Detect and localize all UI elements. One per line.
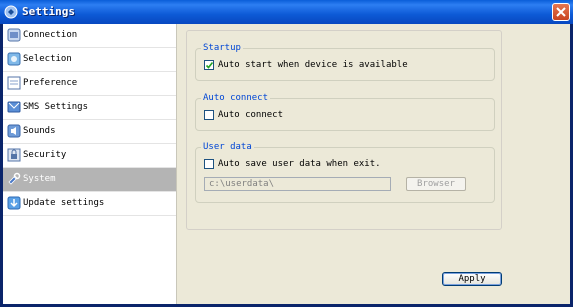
startup-group: Startup Auto start when device is availa… (195, 43, 495, 81)
settings-window: Settings Connection Selection Preference… (0, 0, 573, 307)
close-button[interactable] (552, 3, 570, 21)
close-icon (556, 7, 566, 17)
sidebar-item-preference[interactable]: Preference (3, 72, 176, 96)
user-data-group: User data Auto save user data when exit.… (195, 142, 495, 203)
apply-button[interactable]: Apply (442, 272, 502, 286)
sidebar-item-system[interactable]: System (3, 168, 176, 192)
system-icon (7, 172, 21, 186)
sms-icon (7, 100, 21, 114)
settings-main: Startup Auto start when device is availa… (184, 24, 570, 304)
auto-connect-legend: Auto connect (201, 93, 271, 103)
auto-connect-checkbox[interactable] (204, 110, 214, 120)
security-icon (7, 148, 21, 162)
userdata-path-input[interactable]: c:\userdata\ (204, 177, 391, 191)
sidebar-item-label: System (23, 174, 56, 184)
auto-start-checkbox[interactable] (204, 60, 214, 70)
sidebar-item-label: Security (23, 150, 67, 160)
sidebar-item-label: Connection (23, 30, 78, 40)
preference-icon (7, 76, 21, 90)
connection-icon (7, 28, 21, 42)
sidebar-item-label: Sounds (23, 126, 56, 136)
sidebar-item-security[interactable]: Security (3, 144, 176, 168)
app-icon (4, 5, 18, 19)
auto-start-label: Auto start when device is available (218, 60, 408, 70)
sidebar-item-label: SMS Settings (23, 102, 89, 112)
sidebar-item-sms-settings[interactable]: SMS Settings (3, 96, 176, 120)
auto-connect-group: Auto connect Auto connect (195, 93, 495, 131)
browse-button[interactable]: Browser (406, 177, 466, 191)
window-title: Settings (22, 5, 75, 18)
auto-save-label: Auto save user data when exit. (218, 159, 381, 169)
auto-connect-label: Auto connect (218, 110, 284, 120)
sidebar-item-connection[interactable]: Connection (3, 24, 176, 48)
sidebar-item-label: Preference (23, 78, 78, 88)
client-area: Connection Selection Preference SMS Sett… (3, 24, 570, 304)
sounds-icon (7, 124, 21, 138)
auto-save-checkbox[interactable] (204, 159, 214, 169)
sidebar-item-label: Update settings (23, 198, 105, 208)
update-icon (7, 196, 21, 210)
system-panel: Startup Auto start when device is availa… (186, 30, 502, 230)
sidebar-item-sounds[interactable]: Sounds (3, 120, 176, 144)
sidebar: Connection Selection Preference SMS Sett… (3, 24, 177, 304)
sidebar-item-label: Selection (23, 54, 72, 64)
title-bar[interactable]: Settings (0, 0, 573, 24)
checkmark-icon (205, 62, 214, 69)
sidebar-item-update-settings[interactable]: Update settings (3, 192, 176, 216)
startup-legend: Startup (201, 43, 243, 53)
selection-icon (7, 52, 21, 66)
user-data-legend: User data (201, 142, 254, 152)
sidebar-item-selection[interactable]: Selection (3, 48, 176, 72)
